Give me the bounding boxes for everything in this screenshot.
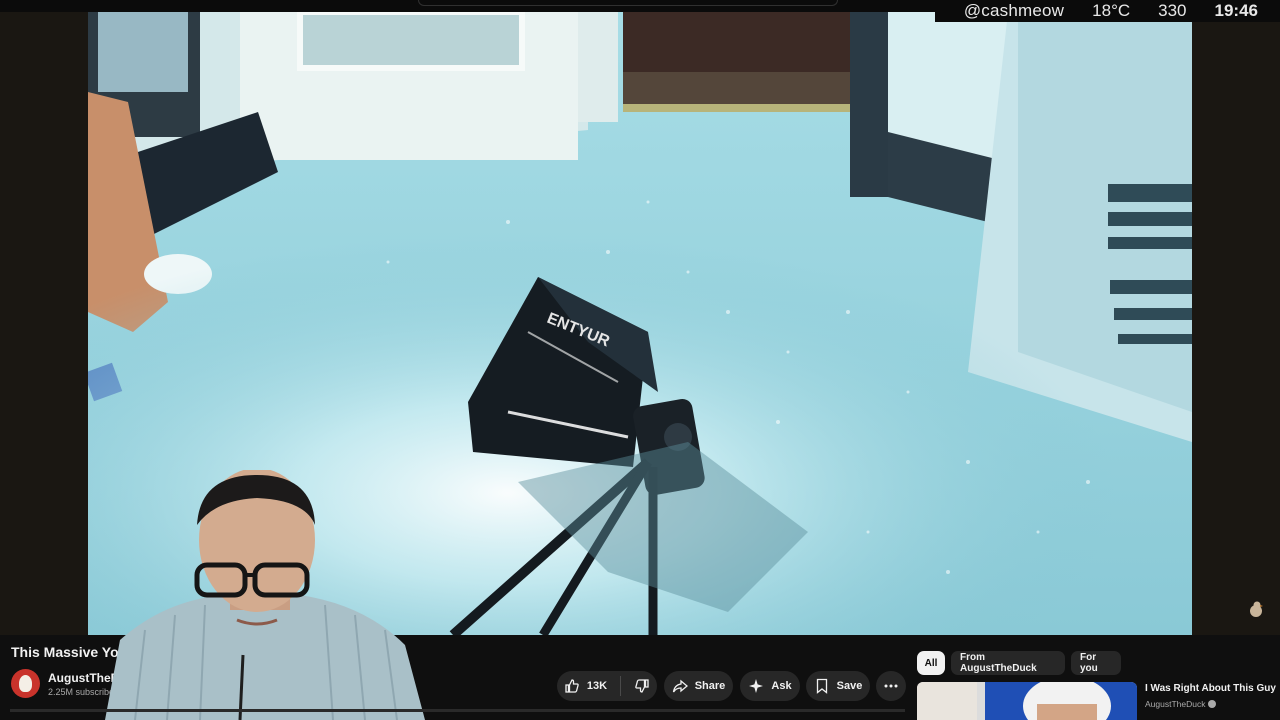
youtube-watch-page: @cashmeow 18°C 330 19:46 ENTYUR This Mas…: [0, 0, 1280, 720]
masthead: [0, 0, 935, 12]
stream-handle: @cashmeow: [963, 1, 1065, 20]
description-box-edge[interactable]: [10, 709, 905, 712]
share-icon: [672, 678, 688, 694]
share-label: Share: [694, 680, 726, 692]
stream-count: 330: [1158, 1, 1187, 20]
bookmark-icon: [814, 678, 830, 694]
more-actions-button[interactable]: [876, 671, 906, 701]
recommendation-title[interactable]: I Was Right About This Guy: [1145, 683, 1276, 694]
channel-avatar[interactable]: [11, 669, 40, 698]
more-icon: [883, 678, 899, 694]
save-label: Save: [836, 680, 863, 692]
player-letterbox-left: [0, 12, 88, 635]
duck-watermark-icon: [1250, 601, 1263, 617]
save-button[interactable]: Save: [806, 671, 870, 701]
verified-icon: [1208, 700, 1217, 708]
stream-clock: 19:46: [1214, 1, 1258, 20]
thumbs-down-icon[interactable]: [634, 678, 650, 694]
ask-label: Ask: [771, 680, 792, 692]
like-dislike-group: 13K: [557, 671, 657, 701]
duck-logo-icon: [19, 675, 32, 692]
like-separator: [620, 676, 622, 696]
stream-overlay-bar: @cashmeow 18°C 330 19:46: [935, 0, 1280, 22]
ask-button[interactable]: Ask: [740, 671, 800, 701]
like-count[interactable]: 13K: [587, 680, 607, 692]
recommendation-channel[interactable]: AugustTheDuck: [1145, 699, 1205, 709]
thumbs-up-icon[interactable]: [564, 678, 580, 694]
chip-all[interactable]: All: [917, 651, 945, 675]
share-button[interactable]: Share: [664, 671, 733, 701]
recommendation-thumbnail[interactable]: [917, 682, 1137, 720]
search-bar-edge[interactable]: [418, 0, 838, 6]
stream-temperature: 18°C: [1092, 1, 1131, 20]
thumbnail-image: [917, 682, 1137, 720]
webcam-frame: [105, 470, 425, 720]
chip-from-channel[interactable]: From AugustTheDuck: [951, 651, 1065, 675]
sparkle-icon: [748, 678, 764, 694]
player-letterbox-right: [1192, 12, 1280, 635]
webcam-overlay: [105, 470, 425, 720]
recommendation-channel-row: AugustTheDuck: [1145, 699, 1217, 709]
chip-for-you[interactable]: For you: [1071, 651, 1121, 675]
